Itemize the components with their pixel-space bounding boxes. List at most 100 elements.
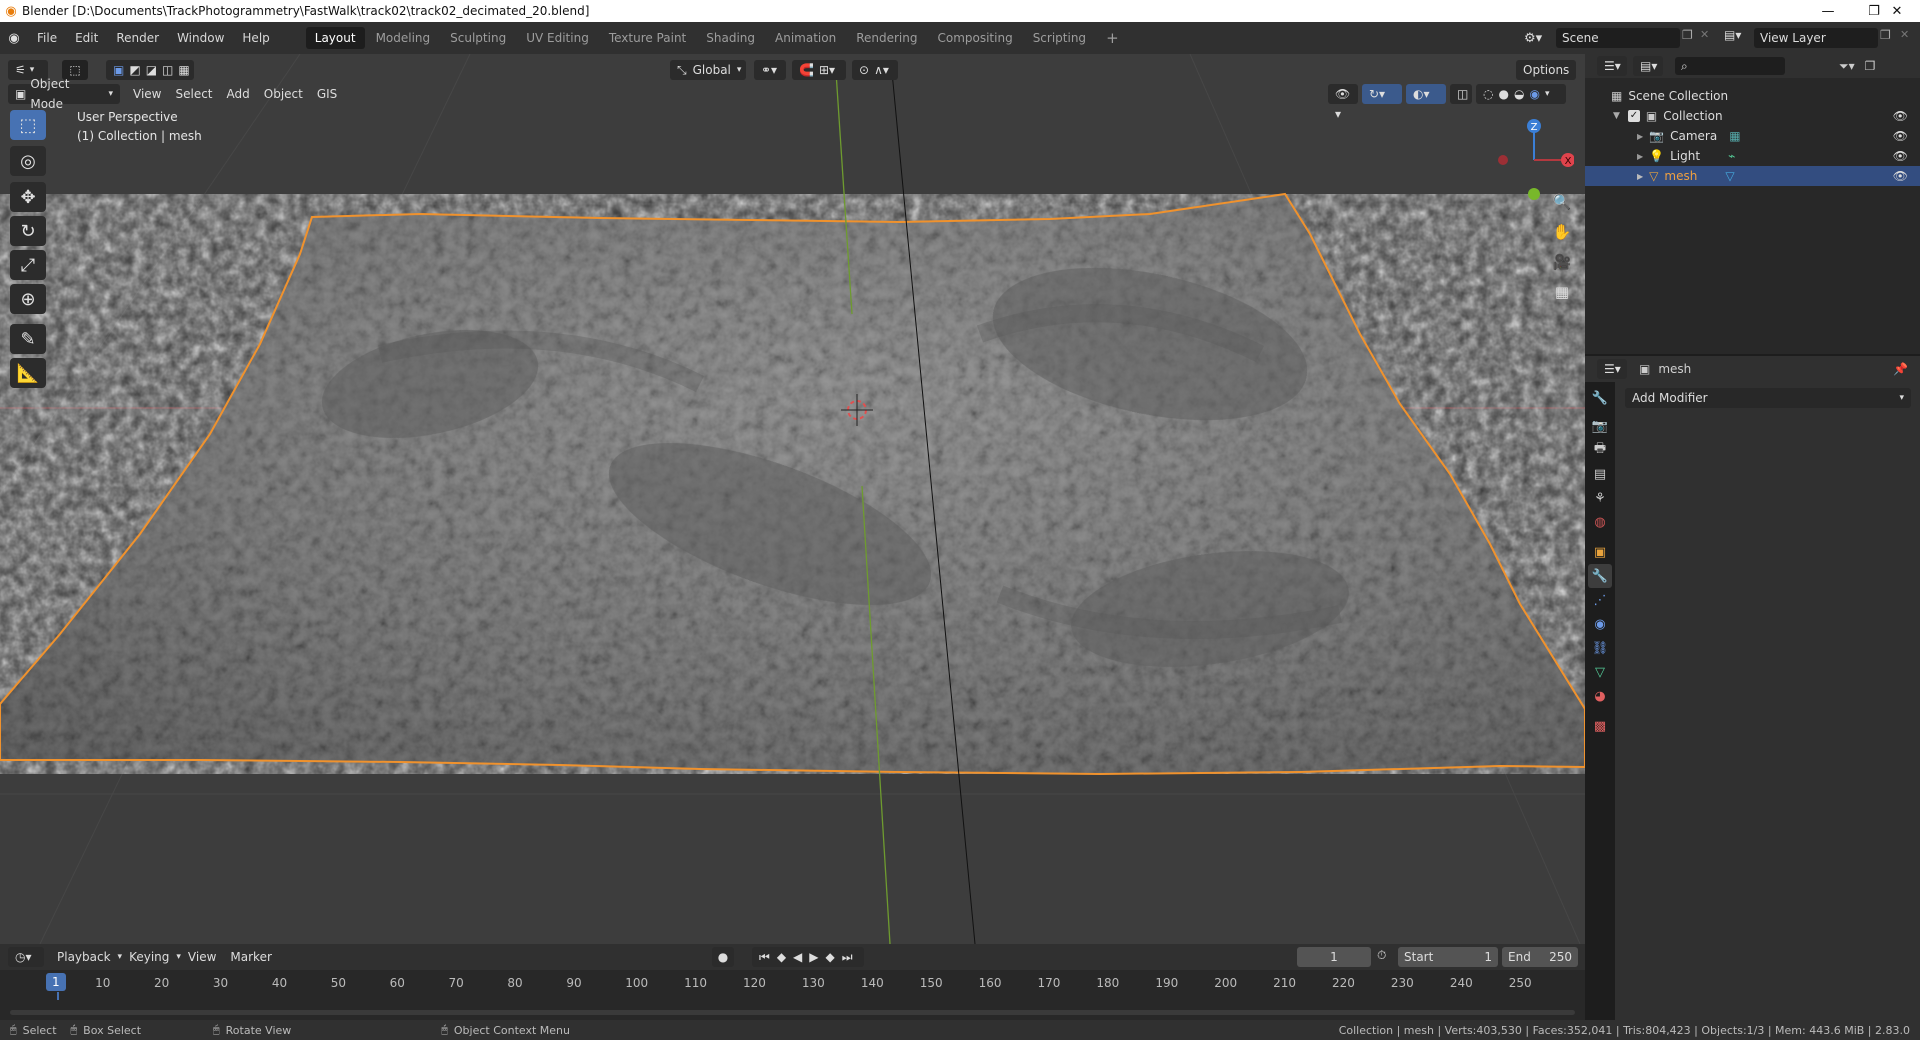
snap-target-icon[interactable]: ⊞▾ xyxy=(819,60,835,80)
tab-shading[interactable]: Shading xyxy=(697,27,764,49)
gizmo-y-icon[interactable] xyxy=(1528,188,1540,200)
prev-keyframe-icon[interactable]: ◆ xyxy=(777,947,786,967)
play-reverse-icon[interactable]: ◀ xyxy=(793,947,802,967)
snap-toggle-icon[interactable]: 🧲 xyxy=(799,60,814,80)
light-visibility-eye-icon[interactable]: 👁 xyxy=(1893,149,1908,163)
viewport-menu-object[interactable]: Object xyxy=(257,84,310,104)
timeline-ruler[interactable]: 1 10 20 30 40 50 60 70 80 90 100 110 120 130 140 150 160… xyxy=(0,970,1585,1026)
record-button-icon[interactable]: ● xyxy=(712,947,734,967)
menu-file[interactable]: File xyxy=(28,27,66,49)
new-collection-icon[interactable]: ❐ xyxy=(1865,59,1876,73)
xray-toggle-icon[interactable]: ◫ xyxy=(1450,84,1472,104)
view-layer-selector-icon[interactable]: ▤▾ xyxy=(1724,28,1752,48)
light-data-icon[interactable]: ⌁ xyxy=(1728,149,1735,163)
mesh-data-tab-icon[interactable]: ▽ xyxy=(1588,660,1612,684)
mesh-data-icon[interactable]: ▽ xyxy=(1725,169,1734,183)
menu-render[interactable]: Render xyxy=(107,27,168,49)
scene-selector-icon[interactable]: ⚙▾ xyxy=(1524,28,1552,48)
rotate-tool-icon[interactable]: ↻ xyxy=(10,216,46,246)
material-shading-icon[interactable]: ◒ xyxy=(1514,84,1524,104)
camera-data-icon[interactable]: ▦ xyxy=(1729,129,1740,143)
camera-view-icon[interactable]: 🎥 xyxy=(1548,248,1576,276)
remove-view-layer-icon[interactable]: ✕ xyxy=(1900,28,1914,48)
gizmo-neg-x-icon[interactable] xyxy=(1498,155,1508,165)
outliner-row-collection[interactable]: ▼ ✓ ▣ Collection 👁 xyxy=(1585,106,1920,126)
scale-tool-icon[interactable]: ⤢ xyxy=(10,250,46,280)
remove-scene-icon[interactable]: ✕ xyxy=(1700,28,1714,48)
jump-end-icon[interactable]: ⏭ xyxy=(842,947,853,967)
pivot-dropdown-icon[interactable]: ⚭▾ xyxy=(754,60,786,80)
select-subtract-icon[interactable]: ◪ xyxy=(146,60,157,80)
outliner-search-input[interactable]: ⌕ xyxy=(1675,57,1785,75)
timeline-menu-playback[interactable]: Playback xyxy=(50,947,118,967)
outliner-row-mesh[interactable]: ▶ ▽ mesh ▽ 👁 xyxy=(1585,166,1920,186)
viewport-menu-view[interactable]: View xyxy=(126,84,168,104)
end-frame-field[interactable]: End 250 xyxy=(1502,947,1578,967)
timeline-menu-view[interactable]: View xyxy=(181,947,223,967)
expand-camera-icon[interactable]: ▶ xyxy=(1637,132,1643,141)
jump-start-icon[interactable]: ⏮ xyxy=(759,947,770,967)
cursor-tool-icon[interactable]: ◎ xyxy=(10,146,46,176)
expand-collection-icon[interactable]: ▼ xyxy=(1613,111,1620,121)
gizmo-toggle-icon[interactable]: ↻▾ xyxy=(1362,84,1402,104)
new-scene-icon[interactable]: ❐ xyxy=(1682,28,1700,48)
next-keyframe-icon[interactable]: ◆ xyxy=(826,947,835,967)
start-frame-field[interactable]: Start 1 xyxy=(1398,947,1498,967)
expand-light-icon[interactable]: ▶ xyxy=(1637,152,1643,161)
add-workspace-button[interactable]: + xyxy=(1097,27,1128,49)
material-tab-icon[interactable]: ◕ xyxy=(1588,684,1612,708)
minimize-button[interactable]: — xyxy=(1805,0,1851,22)
scene-name-field[interactable]: Scene xyxy=(1556,28,1680,48)
select-box-tool-icon[interactable]: ⬚ xyxy=(10,110,46,140)
timeline-editor-type-icon[interactable]: ◷▾ xyxy=(8,947,44,967)
play-icon[interactable]: ▶ xyxy=(809,947,818,967)
tab-animation[interactable]: Animation xyxy=(766,27,845,49)
tab-compositing[interactable]: Compositing xyxy=(928,27,1021,49)
outliner-panel[interactable]: ☰▾ ▤▾ ⌕ ⏷▾ ❐ ▦ Scene Collection ▼ ✓ ▣ Co… xyxy=(1585,54,1920,354)
shading-options-icon[interactable]: ▾ xyxy=(1545,84,1550,104)
outliner-editor-type-icon[interactable]: ☰▾ xyxy=(1597,56,1627,76)
mesh-visibility-eye-icon[interactable]: 👁 xyxy=(1893,169,1908,183)
object-tab-icon[interactable]: ▣ xyxy=(1588,540,1612,564)
solid-shading-icon[interactable]: ● xyxy=(1498,84,1508,104)
ortho-toggle-icon[interactable]: ▦ xyxy=(1548,278,1576,306)
view-layer-field[interactable]: View Layer xyxy=(1754,28,1878,48)
pan-hand-icon[interactable]: ✋ xyxy=(1548,218,1576,246)
new-view-layer-icon[interactable]: ❐ xyxy=(1880,28,1898,48)
tab-texture-paint[interactable]: Texture Paint xyxy=(600,27,695,49)
zoom-icon[interactable]: 🔍 xyxy=(1548,188,1576,216)
outliner-row-light[interactable]: ▶ 💡 Light ⌁ 👁 xyxy=(1585,146,1920,166)
select-new-icon[interactable]: ▣ xyxy=(113,60,124,80)
shading-mode-buttons[interactable]: ◌ ● ◒ ◉ ▾ xyxy=(1476,84,1566,104)
tab-modeling[interactable]: Modeling xyxy=(367,27,440,49)
wireframe-shading-icon[interactable]: ◌ xyxy=(1483,84,1493,104)
snapping-group[interactable]: 🧲 ⊞▾ xyxy=(792,60,846,80)
rendered-shading-icon[interactable]: ◉ xyxy=(1529,84,1539,104)
collection-visibility-eye-icon[interactable]: 👁 xyxy=(1893,109,1908,123)
timeline-menu-marker[interactable]: Marker xyxy=(223,947,278,967)
timeline-menu-keying[interactable]: Keying xyxy=(122,947,176,967)
select-invert-icon[interactable]: ◫ xyxy=(162,60,173,80)
viewport-canvas[interactable] xyxy=(0,54,1585,944)
constraints-tab-icon[interactable]: ⛓ xyxy=(1588,636,1612,660)
physics-tab-icon[interactable]: ◉ xyxy=(1588,612,1612,636)
measure-tool-icon[interactable]: 📐 xyxy=(10,358,46,388)
viewport-menu-select[interactable]: Select xyxy=(168,84,219,104)
tab-sculpting[interactable]: Sculpting xyxy=(441,27,515,49)
pin-icon[interactable]: 📌 xyxy=(1893,362,1908,376)
visibility-dropdown-icon[interactable]: 👁▾ xyxy=(1328,84,1358,121)
tab-rendering[interactable]: Rendering xyxy=(847,27,926,49)
timeline-editor[interactable]: ◷▾ Playback ▾ Keying ▾ View Marker ● ⏮ ◆… xyxy=(0,944,1585,1026)
current-frame-field[interactable]: 1 xyxy=(1297,947,1371,967)
scene-tab-icon[interactable]: ⚘ xyxy=(1588,486,1612,510)
tab-layout[interactable]: Layout xyxy=(305,27,365,49)
view-layer-tab-icon[interactable]: ▤ xyxy=(1588,462,1612,486)
select-intersect-icon[interactable]: ▦ xyxy=(178,60,189,80)
modifier-tab-icon[interactable]: 🔧 xyxy=(1588,564,1612,588)
tab-scripting[interactable]: Scripting xyxy=(1024,27,1095,49)
texture-tab-icon[interactable]: ▩ xyxy=(1588,714,1612,738)
particles-tab-icon[interactable]: ⋰ xyxy=(1588,588,1612,612)
outliner-row-camera[interactable]: ▶ 📷 Camera ▦ 👁 xyxy=(1585,126,1920,146)
timeline-scrollbar[interactable] xyxy=(10,1010,1575,1015)
world-tab-icon[interactable]: ◍ xyxy=(1588,510,1612,534)
